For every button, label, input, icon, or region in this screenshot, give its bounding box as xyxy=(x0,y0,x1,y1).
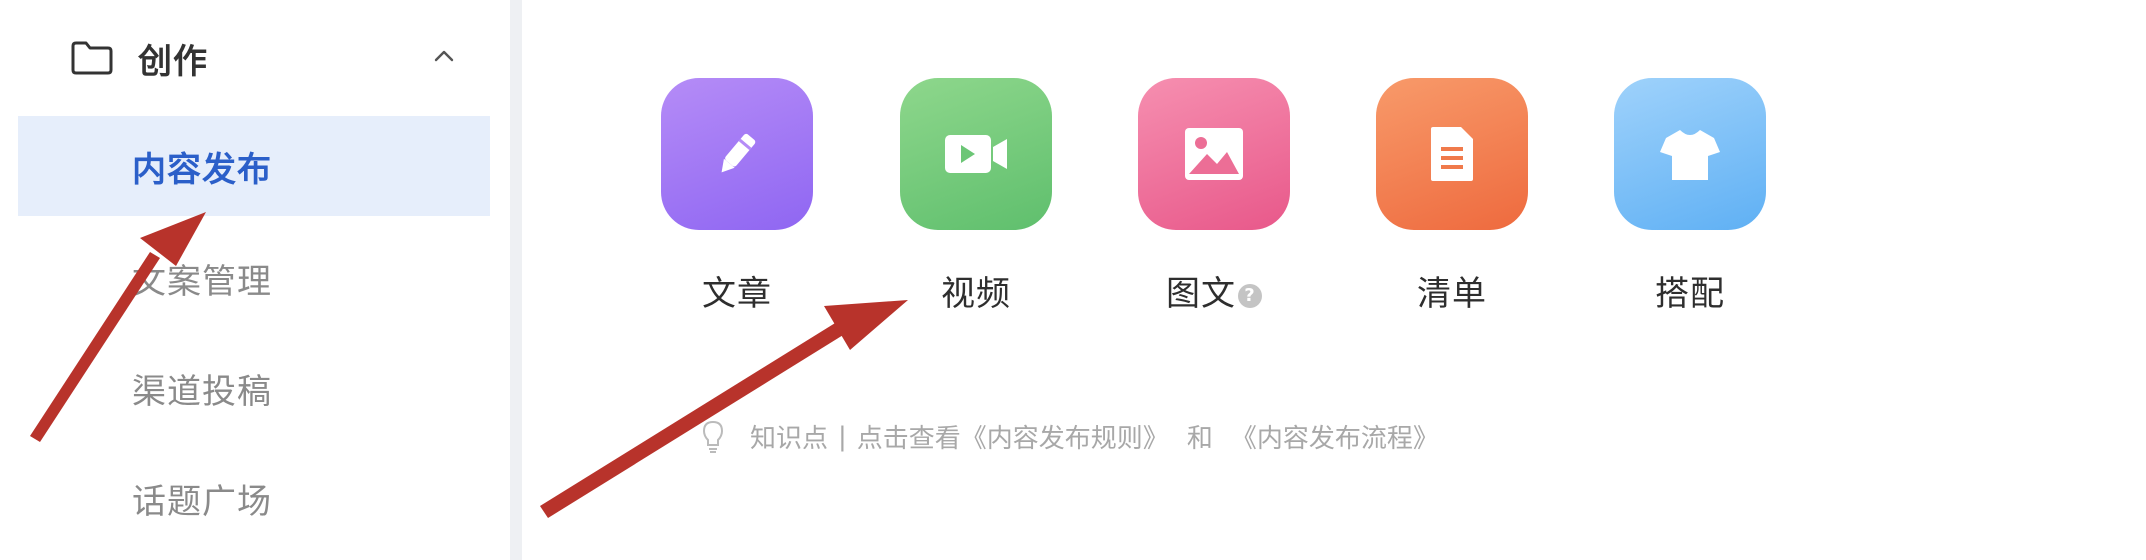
sidebar-item-label: 话题广场 xyxy=(132,481,272,522)
tile-label: 清单 xyxy=(1417,274,1487,314)
tile-label: 视频 xyxy=(941,274,1011,314)
tile-outfit[interactable]: 搭配 xyxy=(1610,78,1770,315)
tile-outfit-icon-box[interactable] xyxy=(1614,78,1766,230)
sidebar-item-content-publish[interactable]: 内容发布 xyxy=(18,116,490,216)
folder-icon xyxy=(71,41,113,75)
sidebar-group-title: 创作 xyxy=(138,41,208,82)
lightbulb-icon xyxy=(702,420,724,453)
tile-label: 图文? xyxy=(1134,266,1294,315)
video-icon xyxy=(945,135,1007,173)
tile-article-icon-box[interactable] xyxy=(661,78,813,230)
tip-prefix: 知识点 xyxy=(750,424,829,454)
sidebar-item-channel-submission[interactable]: 渠道投稿 xyxy=(18,338,490,438)
sidebar-item-label: 文案管理 xyxy=(132,261,272,302)
tile-label: 文章 xyxy=(702,274,772,314)
image-icon xyxy=(1185,128,1243,180)
tile-video-icon-box[interactable] xyxy=(900,78,1052,230)
sidebar-item-label: 内容发布 xyxy=(132,149,272,190)
tip-separator: | xyxy=(838,421,847,452)
main-content: 文章 视频 图文? 清单 搭配 知识点 | 点击查看 《内容发布规则》 和 《内… xyxy=(522,0,2146,560)
list-icon xyxy=(1431,127,1473,181)
tile-image-text-icon-box[interactable] xyxy=(1138,78,1290,230)
tile-image-text[interactable]: 图文? xyxy=(1134,78,1294,315)
tile-label: 搭配 xyxy=(1655,274,1725,314)
publish-rules-link[interactable]: 《内容发布规则》 xyxy=(961,418,1169,455)
tip-text: 点击查看 xyxy=(856,424,961,454)
tile-video[interactable]: 视频 xyxy=(896,78,1056,315)
sidebar: 创作 内容发布 文案管理 渠道投稿 话题广场 xyxy=(0,0,510,560)
tile-article[interactable]: 文章 xyxy=(657,78,817,315)
sidebar-item-label: 渠道投稿 xyxy=(132,371,272,412)
sidebar-divider xyxy=(510,0,522,560)
sidebar-item-topic-square[interactable]: 话题广场 xyxy=(18,448,490,548)
tile-label-text: 图文 xyxy=(1166,274,1236,314)
app-window: 创作 内容发布 文案管理 渠道投稿 话题广场 文章 视频 图文 ? 清单 搭配 … xyxy=(0,0,2146,560)
tile-list-icon-box[interactable] xyxy=(1376,78,1528,230)
help-icon[interactable]: ? xyxy=(1238,283,1262,308)
sidebar-group-header[interactable]: 创作 xyxy=(70,30,470,86)
tip-and: 和 xyxy=(1186,424,1213,454)
shirt-icon xyxy=(1660,130,1720,180)
chevron-up-icon[interactable] xyxy=(430,42,458,70)
tile-list[interactable]: 清单 xyxy=(1372,78,1532,315)
pen-icon xyxy=(721,133,756,173)
sidebar-item-copy-management[interactable]: 文案管理 xyxy=(18,228,490,328)
knowledge-tip: 知识点 | 点击查看 《内容发布规则》 和 《内容发布流程》 xyxy=(700,418,1439,455)
publish-process-link[interactable]: 《内容发布流程》 xyxy=(1231,418,1439,455)
